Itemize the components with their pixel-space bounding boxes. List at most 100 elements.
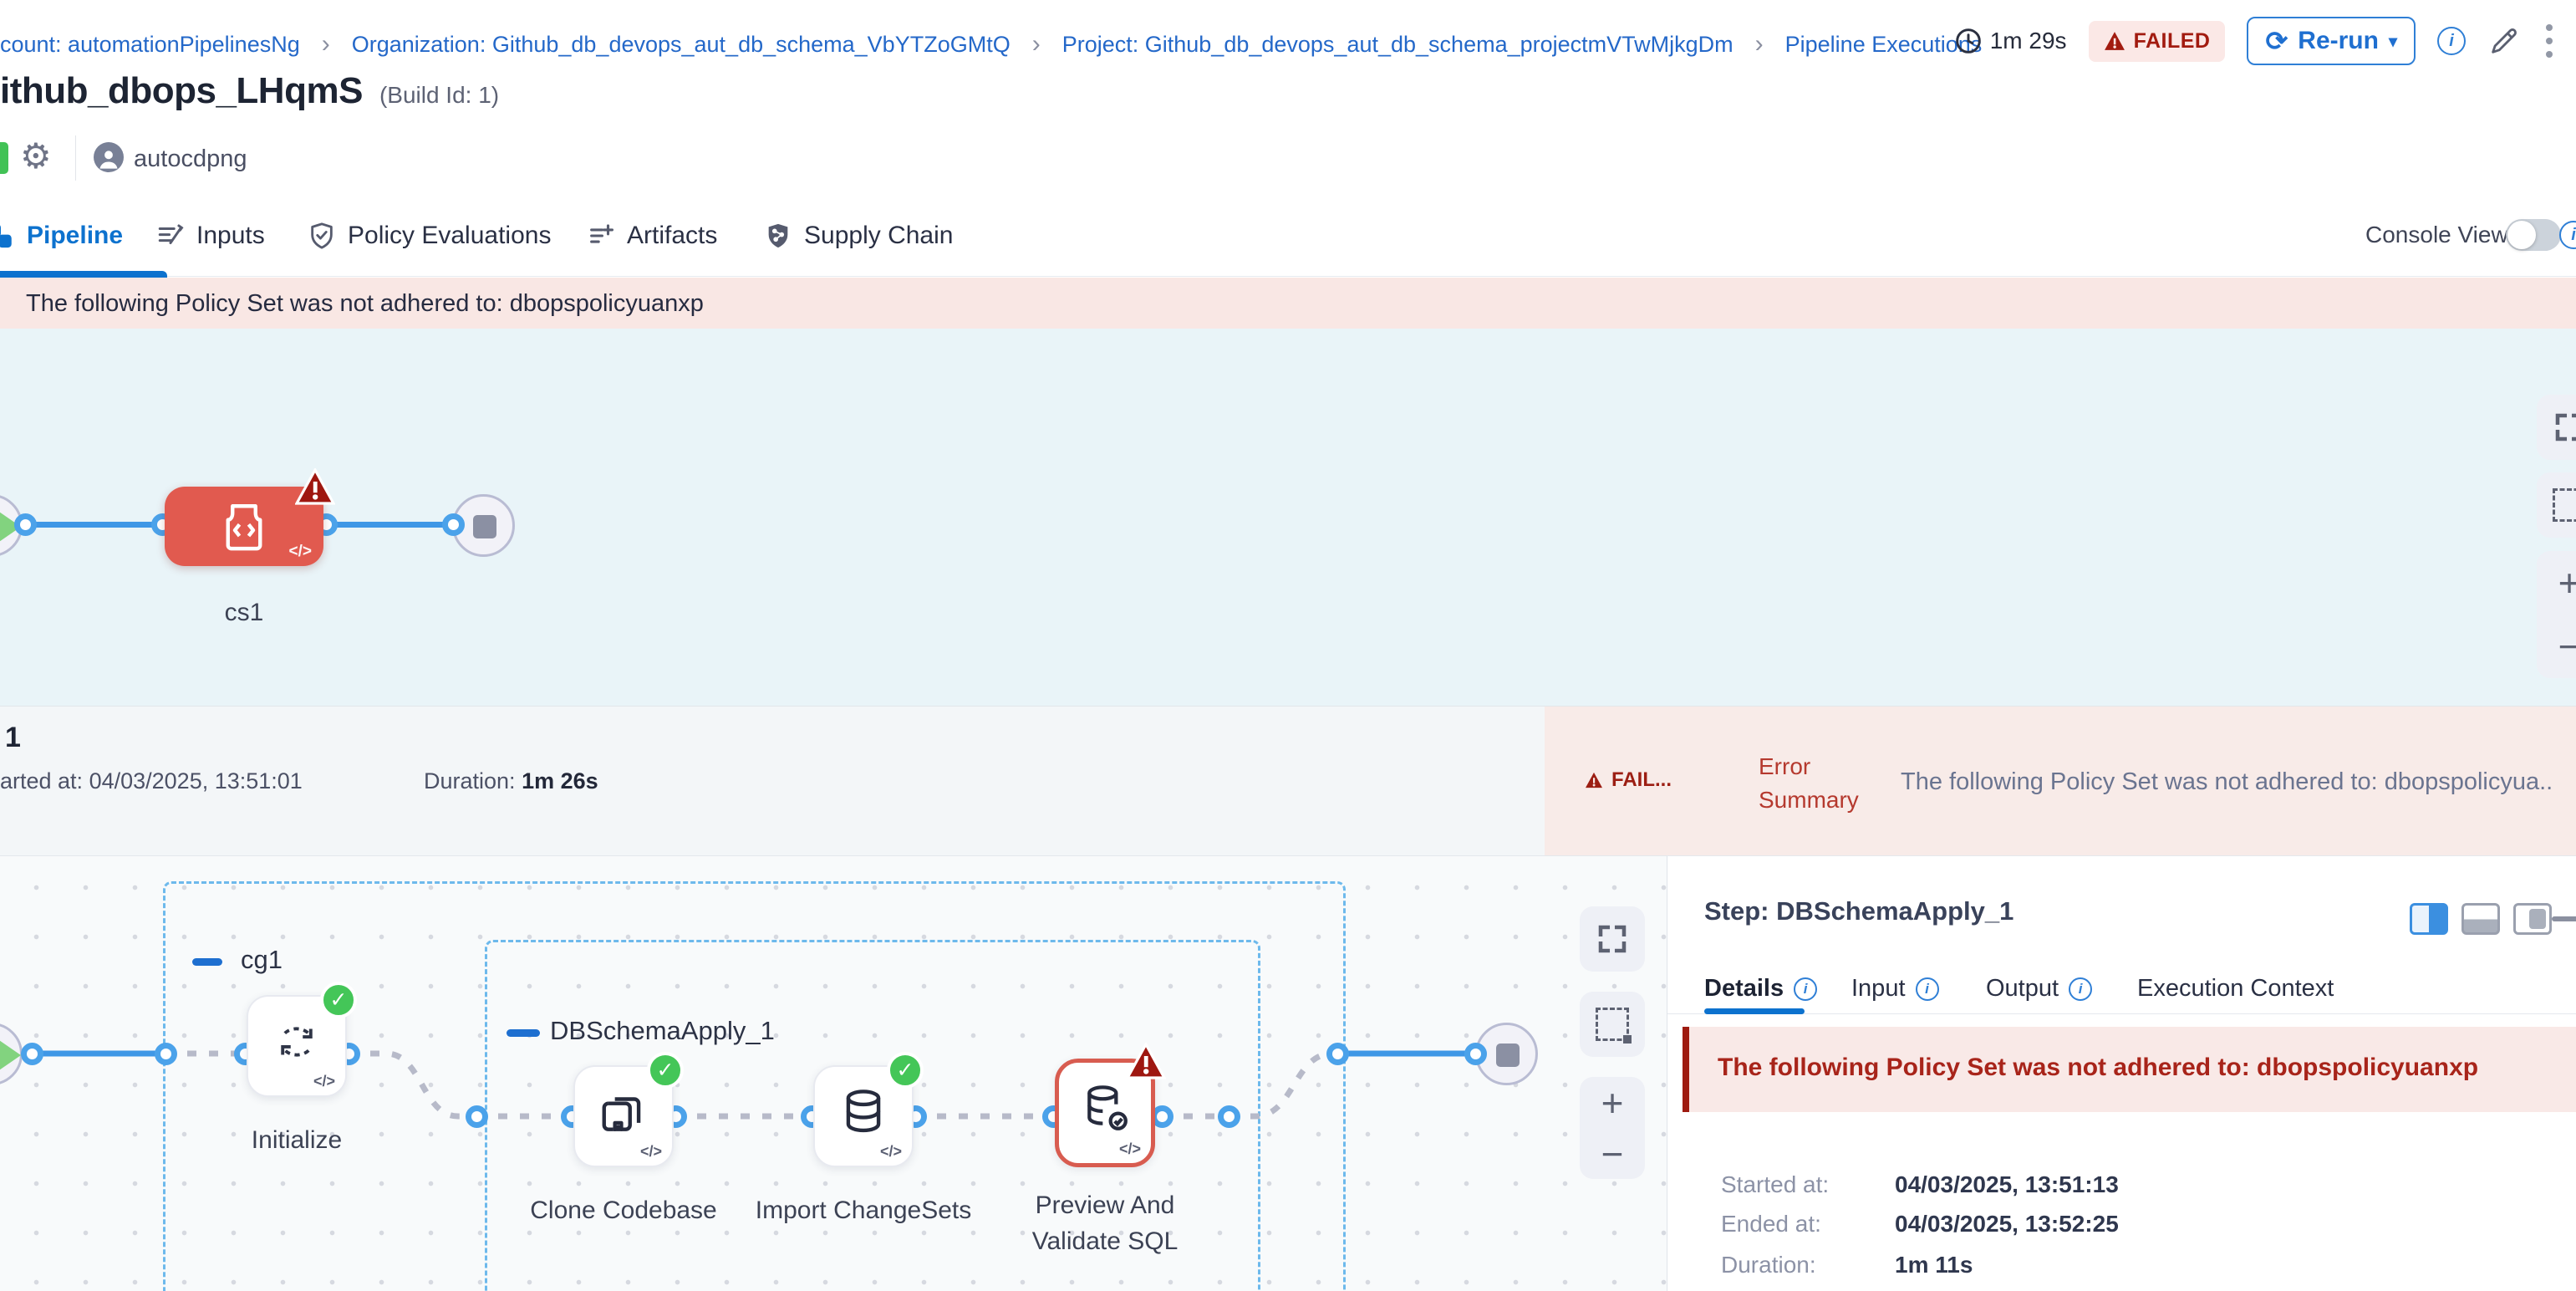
console-view-label: Console View: [2365, 222, 2508, 248]
marquee-icon: [2553, 488, 2576, 522]
stage-duration: Duration: 1m 26s: [424, 768, 598, 794]
pipeline-icon: [0, 222, 15, 250]
tab-execution-context[interactable]: Execution Context: [2137, 975, 2334, 1003]
fullscreen-icon: [2552, 410, 2576, 445]
trigger-user[interactable]: autocdpng: [134, 145, 247, 173]
stage-name: 1: [5, 722, 21, 754]
step-node-import-changesets[interactable]: </> ✓: [813, 1065, 914, 1167]
connector-port: [155, 1043, 177, 1065]
tab-input[interactable]: Input i: [1851, 975, 1939, 1003]
policy-violation-text: The following Policy Set was not adhered…: [26, 290, 704, 318]
console-view-info-icon[interactable]: i: [2559, 221, 2576, 249]
duration-value: 1m 11s: [1895, 1252, 1973, 1278]
code-glyph: </>: [1119, 1140, 1141, 1158]
details-info-icon[interactable]: i: [1794, 977, 1817, 1001]
clone-codebase-icon: [598, 1086, 649, 1138]
marquee-select-button[interactable]: [2537, 472, 2576, 538]
tab-supply-chain[interactable]: Supply Chain: [764, 194, 953, 277]
layout-right-panel-icon[interactable]: [2410, 903, 2448, 935]
fit-to-screen-button[interactable]: [1580, 906, 1645, 972]
page-title: ithub_dbops_LHqmS: [0, 70, 363, 112]
fullscreen-icon: [1595, 921, 1630, 957]
step-panel-tabs: Details i Input i Output i Execution Con…: [1667, 965, 2576, 1014]
code-glyph: </>: [313, 1073, 335, 1090]
zoom-in-button[interactable]: +: [2558, 561, 2576, 605]
chevron-right-icon: ›: [1755, 30, 1764, 59]
policy-violation-banner: The following Policy Set was not adhered…: [0, 278, 2576, 329]
output-info-icon[interactable]: i: [2069, 977, 2092, 1001]
tab-policy-evaluations[interactable]: Policy Evaluations: [308, 194, 551, 277]
success-badge-icon: ✓: [320, 982, 357, 1018]
error-summary-message: The following Policy Set was not adhered…: [1901, 768, 2561, 796]
stage-graph-canvas[interactable]: </> cs1 + −: [0, 329, 2576, 707]
zoom-controls: + −: [1580, 1077, 1645, 1179]
ended-at-value: 04/03/2025, 13:52:25: [1895, 1211, 2119, 1237]
zoom-out-button[interactable]: −: [1601, 1132, 1624, 1176]
database-check-icon: [1078, 1082, 1132, 1135]
started-at-value: 04/03/2025, 13:51:13: [1895, 1171, 2119, 1198]
breadcrumb-pipeline-executions[interactable]: Pipeline Executions: [1785, 32, 1983, 58]
artifacts-icon: [587, 222, 615, 250]
initialize-icon: [271, 1016, 323, 1068]
zoom-out-button[interactable]: −: [2558, 625, 2576, 668]
layout-bottom-panel-icon[interactable]: [2461, 903, 2500, 935]
tab-inputs[interactable]: Inputs: [156, 194, 265, 277]
step-node-preview-validate-sql[interactable]: </>: [1055, 1059, 1155, 1167]
marquee-select-button[interactable]: [1580, 992, 1645, 1057]
input-info-icon[interactable]: i: [1916, 977, 1939, 1001]
breadcrumb-account[interactable]: count: automationPipelinesNg: [0, 32, 300, 58]
more-options-icon[interactable]: [2543, 21, 2556, 61]
started-at-label: Started at:: [1721, 1171, 1829, 1198]
database-icon: [837, 1086, 889, 1138]
stage-started-at: arted at: 04/03/2025, 13:51:01: [0, 768, 303, 794]
stage-summary-bar[interactable]: 1 arted at: 04/03/2025, 13:51:01 Duratio…: [0, 707, 2576, 856]
execution-tabs: Pipeline Inputs Policy Evaluations Artif…: [0, 194, 2576, 277]
breadcrumb-project[interactable]: Project: Github_db_devops_aut_db_schema_…: [1062, 32, 1733, 58]
edit-pipeline-icon[interactable]: [2487, 24, 2521, 58]
chevron-down-icon[interactable]: ▾: [2389, 31, 2397, 52]
shield-check-icon: [308, 222, 336, 250]
code-glyph: </>: [880, 1143, 902, 1161]
play-icon: [0, 1040, 21, 1070]
fit-to-screen-button[interactable]: [2537, 395, 2576, 460]
layout-floating-panel-icon[interactable]: [2513, 903, 2552, 935]
inputs-icon: [156, 222, 185, 250]
tab-artifacts[interactable]: Artifacts: [587, 194, 717, 277]
build-id: (Build Id: 1): [379, 82, 499, 109]
connector-port: [1326, 1043, 1349, 1065]
stage-node-cs1[interactable]: </>: [165, 487, 323, 566]
zoom-in-button[interactable]: +: [1601, 1081, 1624, 1125]
connector-port: [442, 513, 465, 536]
avatar: [94, 142, 124, 172]
stop-icon: [473, 515, 496, 538]
chevron-right-icon: ›: [1032, 30, 1041, 59]
marquee-icon: [1596, 1008, 1629, 1041]
pipeline-title-row: ithub_dbops_LHqmS (Build Id: 1): [0, 70, 499, 112]
code-glyph: </>: [289, 543, 312, 561]
elapsed-time: 1m 29s: [1955, 28, 2067, 54]
gear-icon[interactable]: ⚙: [20, 135, 52, 176]
minimize-panel-icon[interactable]: [2552, 916, 2576, 921]
console-view-toggle[interactable]: [2506, 219, 2561, 251]
connector-port: [1218, 1105, 1240, 1128]
divider: [75, 135, 76, 181]
stage-fail-badge: FAIL...: [1585, 768, 1672, 792]
clock-icon: [1955, 28, 1982, 54]
ended-at-label: Ended at:: [1721, 1211, 1821, 1237]
zoom-controls: + −: [2537, 551, 2576, 678]
execution-info-icon[interactable]: i: [2437, 27, 2466, 55]
step-node-initialize[interactable]: </> ✓: [247, 995, 347, 1097]
success-badge-icon: ✓: [887, 1052, 924, 1089]
execution-detail-split: cg1 DBSchemaApply_1: [0, 856, 2576, 1291]
breadcrumb-organization[interactable]: Organization: Github_db_devops_aut_db_sc…: [352, 32, 1011, 58]
tab-pipeline[interactable]: Pipeline: [0, 194, 123, 277]
tab-details[interactable]: Details i: [1704, 975, 1817, 1003]
step-panel-title: Step: DBSchemaApply_1: [1704, 896, 2013, 926]
tab-output[interactable]: Output i: [1986, 975, 2092, 1003]
failed-badge-icon: [1126, 1043, 1166, 1079]
pipeline-execution-page: count: automationPipelinesNg › Organizat…: [0, 0, 2576, 1291]
step-node-clone-codebase[interactable]: </> ✓: [573, 1065, 674, 1167]
rerun-button[interactable]: ⟳ Re-run ▾: [2247, 17, 2416, 65]
execution-graph-canvas[interactable]: cg1 DBSchemaApply_1: [0, 856, 1667, 1291]
refresh-icon: ⟳: [2265, 25, 2288, 57]
